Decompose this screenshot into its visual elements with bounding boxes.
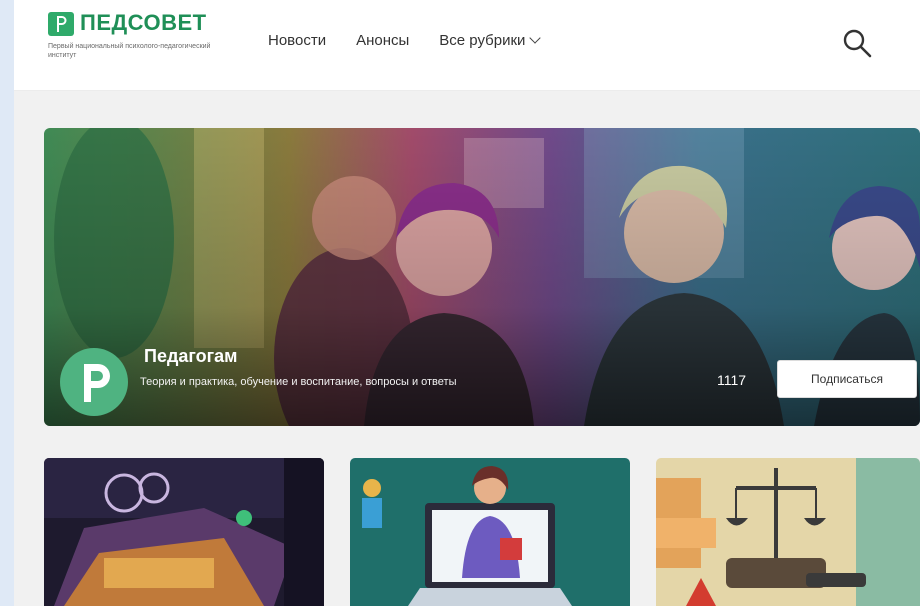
article-card-1[interactable] <box>44 458 324 606</box>
nav-all-categories-label: Все рубрики <box>439 32 526 49</box>
search-icon[interactable] <box>840 26 874 60</box>
main-nav: Новости Анонсы Все рубрики <box>268 32 542 49</box>
logo-icon[interactable] <box>48 12 74 36</box>
logo-text[interactable]: ПЕДСОВЕТ <box>80 10 207 36</box>
article-card-2[interactable] <box>350 458 630 606</box>
channel-logo-icon <box>84 364 110 402</box>
subscriber-count: 1117 <box>717 372 747 388</box>
channel-title[interactable]: Педагогам <box>144 346 237 367</box>
logo-subtitle: Первый национальный психолого-педагогиче… <box>48 43 211 59</box>
nav-all-categories[interactable]: Все рубрики <box>439 32 542 49</box>
article-card-1-image <box>44 458 324 606</box>
page-frame: ПЕДСОВЕТ Первый национальный психолого-п… <box>14 0 920 606</box>
article-card-3[interactable] <box>656 458 920 606</box>
nav-announcements[interactable]: Анонсы <box>356 32 409 49</box>
channel-description: Теория и практика, обучение и воспитание… <box>140 376 457 388</box>
site-header: ПЕДСОВЕТ Первый национальный психолого-п… <box>14 0 920 91</box>
hero-banner[interactable]: Педагогам Теория и практика, обучение и … <box>44 128 920 426</box>
article-card-2-image <box>350 458 630 606</box>
nav-news[interactable]: Новости <box>268 32 326 49</box>
article-card-3-image <box>656 458 920 606</box>
channel-avatar[interactable] <box>60 348 128 416</box>
chevron-down-icon <box>529 32 542 44</box>
subscribe-button[interactable]: Подписаться <box>777 360 917 398</box>
